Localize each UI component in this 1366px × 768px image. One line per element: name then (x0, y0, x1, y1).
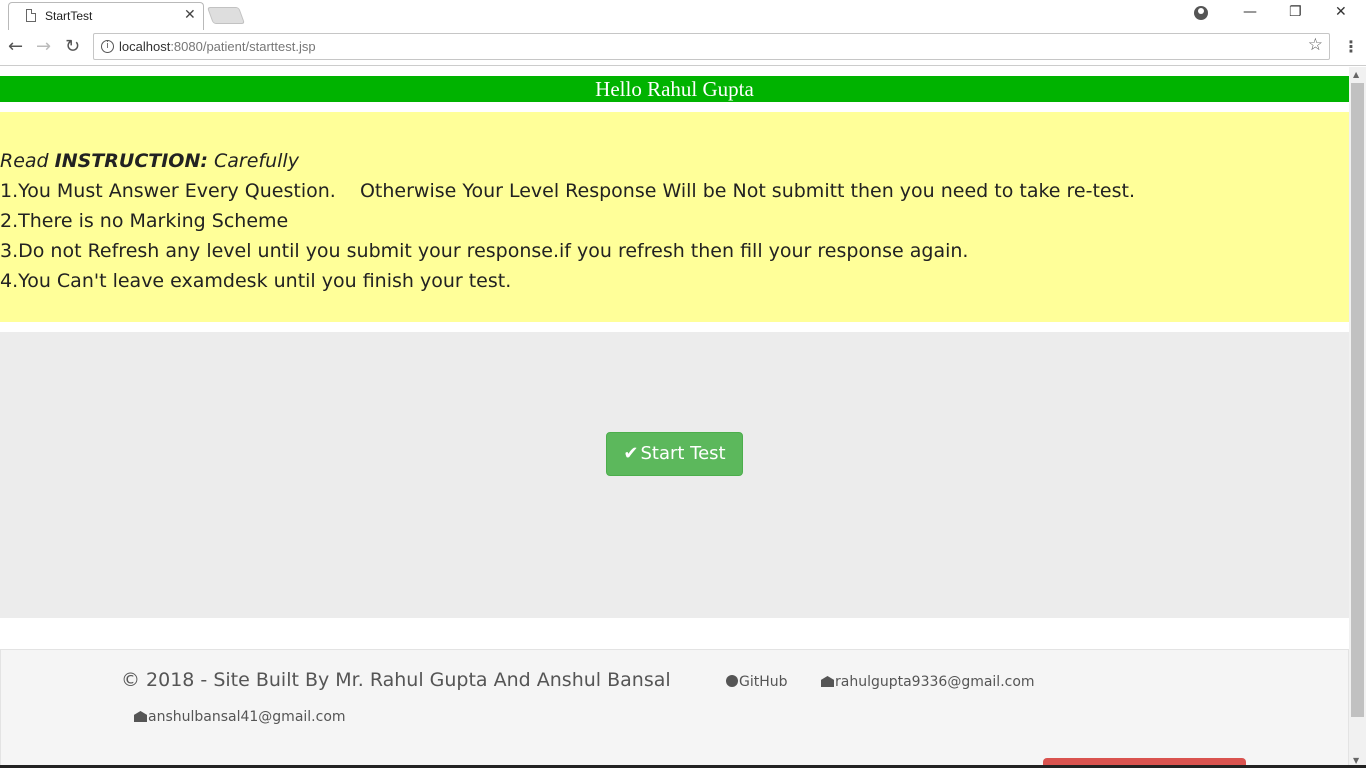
new-tab-button[interactable] (206, 7, 246, 24)
info-icon[interactable]: i (101, 40, 114, 53)
forward-icon[interactable]: → (36, 36, 51, 57)
instructions-title: Read INSTRUCTION: Carefully (0, 150, 299, 172)
page-scrollbar[interactable]: ▲ ▼ (1349, 67, 1366, 768)
browser-menu-icon[interactable]: ⋮ (1343, 37, 1359, 56)
back-icon[interactable]: ← (8, 36, 23, 57)
greeting-banner: Hello Rahul Gupta (0, 76, 1349, 102)
instruction-item: 1.You Must Answer Every Question. Otherw… (0, 180, 1135, 202)
copyright-text: © 2018 - Site Built By Mr. Rahul Gupta A… (121, 669, 671, 691)
instruction-item: 3.Do not Refresh any level until you sub… (0, 240, 969, 262)
page-icon (26, 9, 36, 22)
email-link-anshul[interactable]: anshulbansal41@gmail.com (134, 709, 346, 725)
reload-icon[interactable]: ↻ (65, 36, 80, 57)
bookmark-star-icon[interactable]: ☆ (1308, 35, 1323, 55)
instruction-item: 4.You Can't leave examdesk until you fin… (0, 270, 512, 292)
restore-icon[interactable]: ❐ (1289, 4, 1302, 20)
email-link-rahul[interactable]: rahulgupta9336@gmail.com (821, 674, 1035, 690)
close-window-icon[interactable]: ✕ (1335, 4, 1347, 20)
start-test-panel: ✔ Start Test (0, 332, 1349, 618)
github-link[interactable]: GitHub (726, 674, 788, 690)
account-icon[interactable] (1194, 6, 1208, 20)
envelope-icon (821, 676, 834, 687)
tab-close-icon[interactable]: ✕ (184, 7, 196, 23)
address-bar[interactable]: i localhost:8080/patient/starttest.jsp ☆ (93, 33, 1330, 60)
envelope-icon (134, 711, 147, 722)
start-test-button[interactable]: ✔ Start Test (606, 432, 743, 476)
browser-tabstrip: StartTest ✕ — ❐ ✕ (0, 0, 1366, 30)
instructions-panel: Read INSTRUCTION: Carefully 1.You Must A… (0, 112, 1349, 322)
scroll-up-icon[interactable]: ▲ (1353, 70, 1359, 79)
page-content: Hello Rahul Gupta Read INSTRUCTION: Care… (0, 67, 1349, 768)
scroll-down-icon[interactable]: ▼ (1353, 756, 1359, 765)
browser-toolbar: ← → ↻ i localhost:8080/patient/starttest… (0, 30, 1366, 66)
start-test-label: Start Test (640, 443, 726, 464)
footer: © 2018 - Site Built By Mr. Rahul Gupta A… (0, 649, 1349, 768)
scroll-thumb[interactable] (1351, 83, 1364, 717)
url-text: localhost:8080/patient/starttest.jsp (119, 39, 316, 54)
github-icon (726, 675, 738, 687)
minimize-icon[interactable]: — (1243, 4, 1257, 20)
check-icon: ✔ (623, 443, 639, 464)
instruction-item: 2.There is no Marking Scheme (0, 210, 289, 232)
browser-tab[interactable]: StartTest ✕ (8, 2, 204, 30)
tab-title: StartTest (45, 9, 93, 23)
